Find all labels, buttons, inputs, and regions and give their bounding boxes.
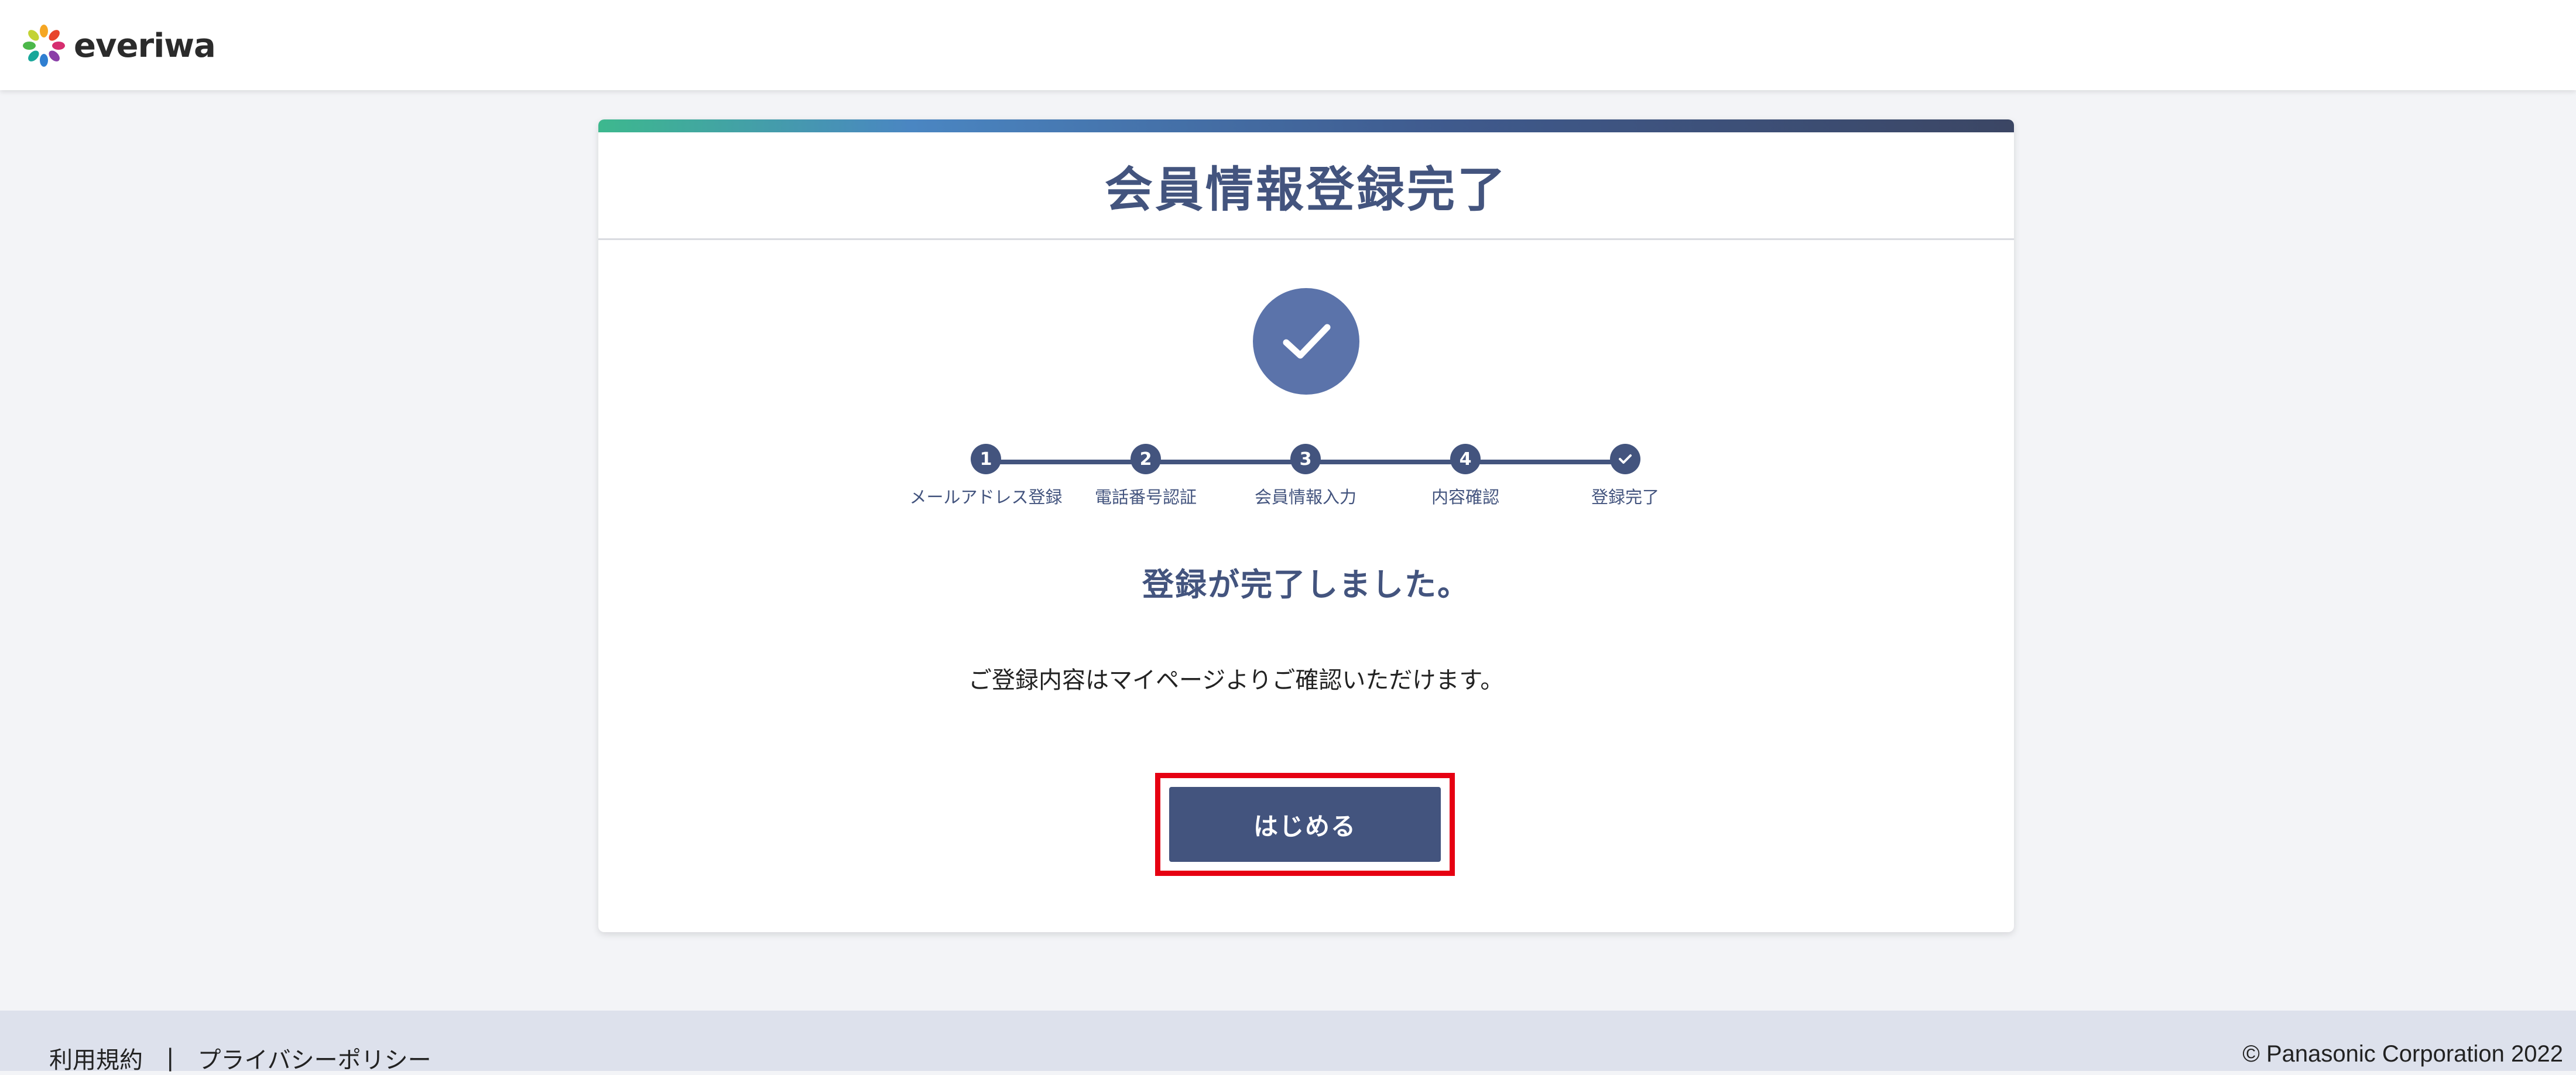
step-1-marker: 1 — [971, 444, 1001, 474]
terms-link[interactable]: 利用規約 — [49, 1041, 143, 1075]
step-4-label: 内容確認 — [1431, 487, 1499, 507]
privacy-policy-link[interactable]: プライバシーポリシー — [197, 1041, 431, 1075]
completion-check-icon — [1253, 288, 1359, 395]
footer-separator: | — [166, 1045, 174, 1071]
card-gradient-bar — [598, 119, 2014, 132]
step-2: 2 電話番号認証 — [1058, 444, 1234, 508]
step-4-marker: 4 — [1450, 444, 1481, 474]
step-3: 3 会員情報入力 — [1218, 444, 1393, 508]
registration-complete-card: 会員情報登録完了 1 メールアドレス登録 2 電話番号認証 3 会員情報入力 4… — [598, 119, 2014, 932]
step-1-label: メールアドレス登録 — [909, 487, 1063, 507]
start-button-highlight: はじめる — [1155, 773, 1455, 876]
mypage-notice: ご登録内容はマイページよりご確認いただけます。 — [968, 667, 1504, 694]
step-3-label: 会員情報入力 — [1254, 487, 1356, 507]
registration-stepper: 1 メールアドレス登録 2 電話番号認証 3 会員情報入力 4 内容確認 登録完… — [598, 444, 2014, 514]
step-check-icon — [1619, 454, 1632, 464]
step-2-marker: 2 — [1131, 444, 1161, 474]
footer-links: 利用規約 | プライバシーポリシー — [49, 1041, 431, 1075]
card-title-row: 会員情報登録完了 — [598, 132, 2014, 240]
completion-message: 登録が完了しました。 — [1142, 566, 1470, 603]
copyright: © Panasonic Corporation 2022 — [2242, 1041, 2563, 1067]
step-1: 1 メールアドレス登録 — [898, 444, 1074, 508]
site-header: everiwa — [0, 0, 2576, 90]
step-2-label: 電話番号認証 — [1094, 487, 1197, 507]
check-icon — [1283, 324, 1331, 359]
logo-text: everiwa — [74, 26, 216, 65]
step-5-label: 登録完了 — [1591, 487, 1659, 507]
step-5: 登録完了 — [1537, 444, 1713, 508]
step-5-marker — [1610, 444, 1640, 474]
step-3-marker: 3 — [1290, 444, 1321, 474]
page-title: 会員情報登録完了 — [1104, 162, 1508, 218]
logo-flower-icon — [23, 25, 65, 67]
step-4: 4 内容確認 — [1378, 444, 1553, 508]
start-button[interactable]: はじめる — [1169, 787, 1441, 862]
site-footer: 利用規約 | プライバシーポリシー © Panasonic Corporatio… — [0, 1011, 2576, 1074]
everiwa-logo[interactable]: everiwa — [21, 22, 216, 69]
